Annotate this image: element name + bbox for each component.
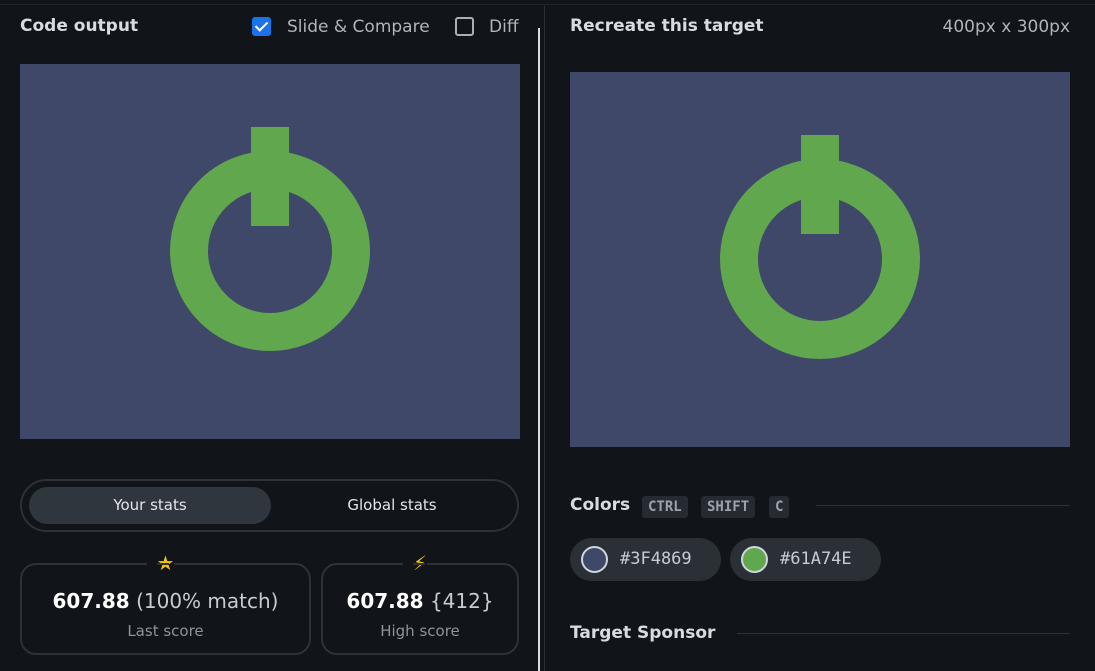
high-score-value: 607.88 {412} [323,589,517,613]
slide-compare-divider[interactable] [538,28,540,671]
diff-label[interactable]: Diff [489,17,519,37]
high-score-chars: {412} [429,589,494,613]
last-score-label: Last score [127,622,204,640]
high-score-card: ⚡ 607.88 {412} High score [321,551,519,655]
color-swatch-green[interactable]: #61A74E [730,538,881,581]
colors-divider [816,505,1070,506]
target-canvas [570,72,1070,447]
last-score-value: 607.88 (100% match) [22,589,309,613]
stats-tabs: Your stats Global stats [20,479,519,532]
high-score-number: 607.88 [346,589,424,613]
color-dot [581,546,608,573]
code-output-title: Code output [20,16,139,36]
tab-your-stats[interactable]: Your stats [29,487,271,524]
diff-checkbox[interactable] [455,17,474,36]
slide-compare-label[interactable]: Slide & Compare [287,17,430,37]
output-bar [251,127,289,226]
target-dimensions: 400px x 300px [942,17,1070,37]
color-hex-label: #61A74E [780,549,852,569]
last-score-number: 607.88 [52,589,130,613]
target-sponsor-title: Target Sponsor [570,623,716,643]
high-score-label: High score [380,622,460,640]
target-bar [801,135,839,234]
target-title: Recreate this target [570,16,764,36]
code-output-panel: Code output Slide & Compare Diff Your st… [0,0,538,671]
shortcut-key-c: C [769,496,790,518]
last-score-card: ★ 607.88 (100% match) Last score [20,551,311,655]
star-icon: ★ [146,551,187,575]
color-dot [741,546,768,573]
shortcut-key-ctrl: CTRL [642,496,688,518]
last-score-match: (100% match) [136,589,279,613]
sponsor-divider [737,633,1070,634]
output-power-symbol [170,127,370,351]
lightning-icon: ⚡ [402,551,440,575]
target-power-symbol [720,135,920,359]
shortcut-key-shift: SHIFT [701,496,756,518]
colors-title: Colors [570,495,631,515]
tab-global-stats[interactable]: Global stats [271,487,513,524]
color-swatch-background[interactable]: #3F4869 [570,538,721,581]
slide-compare-checkbox[interactable] [252,17,271,36]
output-canvas[interactable] [20,64,520,439]
color-hex-label: #3F4869 [620,549,692,569]
